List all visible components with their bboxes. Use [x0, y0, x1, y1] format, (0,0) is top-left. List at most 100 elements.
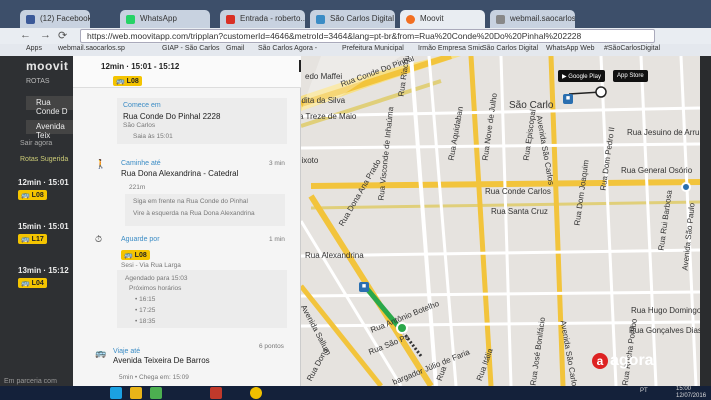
chrome-icon[interactable] — [250, 387, 262, 399]
tab-facebook[interactable]: (12) Facebook — [20, 10, 90, 30]
back-icon[interactable]: ← — [20, 29, 31, 41]
street-label: Rua Santa Cruz — [491, 207, 548, 216]
bookmark-saocarlosagora[interactable]: São Carlos Agora - — [258, 45, 317, 52]
address-bar[interactable]: https://web.moovitapp.com/tripplan?custo… — [80, 29, 655, 43]
language-indicator[interactable]: PT — [640, 388, 648, 394]
bus-stop-icon: ⏱ — [95, 234, 103, 244]
bus-line: L08 — [134, 252, 147, 259]
walk-destination: Rua Dona Alexandrina - Catedral — [121, 169, 239, 178]
walk-instruction: Siga em frente na Rua Conde do Pinhal — [133, 198, 248, 205]
tab-saocarlos[interactable]: São Carlos Digital — [310, 10, 395, 30]
bus-line-badge: 🚌 L04 — [18, 278, 47, 288]
next-time-value: 16:15 — [139, 296, 156, 303]
system-clock[interactable]: 15:00 12/07/2016 — [676, 386, 706, 400]
tab-moovit[interactable]: Moovit — [400, 10, 485, 30]
bookmark-prefeitura[interactable]: Prefeitura Municipal — [342, 45, 404, 52]
app-store-button[interactable]: App Store — [613, 70, 648, 82]
destination-bus-icon[interactable]: ■ — [563, 94, 573, 104]
bookmark-webmail[interactable]: webmail.saocarlos.sp — [58, 45, 125, 52]
site-icon — [316, 15, 325, 24]
bus-line-badge: 🚌 L08 — [113, 76, 142, 86]
ride-arrival: 5min • Chega em: 15:09 — [119, 374, 189, 381]
moovit-page: moovit ROTAS Rua Conde D Avenida Teix Sa… — [0, 56, 700, 386]
walk-label: Caminhe até — [121, 160, 161, 167]
start-label: Comece em — [123, 102, 161, 109]
map-roads — [301, 56, 700, 386]
next-time-value: 17:25 — [139, 307, 156, 314]
tab-label: São Carlos Digital — [330, 14, 395, 23]
walk-instruction: Vire à esquerda na Rua Dona Alexandrina — [133, 210, 255, 217]
street-label: edita da Silva — [301, 96, 346, 105]
poi-marker-icon[interactable] — [681, 182, 691, 192]
webmail-icon — [496, 15, 505, 24]
bus-line: L08 — [31, 192, 44, 199]
depart-now-select[interactable]: Sair agora — [20, 140, 52, 147]
moovit-logo: moovit — [26, 59, 69, 73]
partner-label: Em parceria com — [4, 378, 57, 385]
start-place: Rua Conde Do Pinhal 2228 — [123, 112, 221, 121]
next-times-label: Próximos horários — [129, 285, 182, 292]
street-label: eixoto — [301, 156, 319, 165]
route-duration: 12min · 15:01 - 15:12 — [101, 62, 180, 71]
street-label: Rua Hugo Domingos — [631, 306, 700, 315]
walk-distance: 221m — [129, 184, 146, 191]
bus-route-name: Sesi - Via Rua Larga — [121, 262, 181, 269]
bookmark-gmail[interactable]: Gmail — [226, 45, 244, 52]
bus-stop-marker-icon[interactable]: ■ — [359, 282, 369, 292]
watermark-text: agora — [610, 352, 654, 369]
ride-stops: 6 pontos — [259, 343, 284, 350]
google-play-button[interactable]: ▶ Google Play — [558, 70, 605, 82]
bookmark-giap[interactable]: GIAP - São Carlos — [162, 45, 219, 52]
moovit-icon — [406, 15, 415, 24]
origin-marker-icon[interactable] — [396, 322, 408, 334]
bookmark-irmao[interactable]: Irmão Empresa Smic — [418, 45, 483, 52]
depart-time: Saia às 15:01 — [133, 133, 173, 140]
taskbar: PT 15:00 12/07/2016 — [0, 386, 711, 400]
bus-icon: 🚌 — [95, 348, 107, 358]
browser-toolbar: ← → ⟳ https://web.moovitapp.com/tripplan… — [0, 28, 711, 44]
next-time-value: 18:35 — [139, 318, 156, 325]
tab-label: WhatsApp — [140, 14, 177, 23]
facebook-icon — [26, 15, 35, 24]
tab-label: Moovit — [420, 14, 444, 23]
street-label: Rua Jesuino de Arru — [627, 128, 700, 137]
bookmark-saocarlosdigital[interactable]: São Carlos Digital — [482, 45, 538, 52]
google-play-label: Google Play — [568, 74, 601, 80]
route-detail-panel: 12min · 15:01 - 15:12 🚌 L08 ✕ Comece em … — [73, 56, 311, 386]
wait-label: Aguarde por — [121, 236, 160, 243]
app-icon[interactable] — [210, 387, 222, 399]
next-time: • 17:25 — [135, 307, 156, 314]
tab-gmail[interactable]: Entrada - roberto... — [220, 10, 305, 30]
wait-duration: 1 min — [269, 236, 285, 243]
street-label: Rua General Osório — [621, 166, 693, 175]
bus-line-badge: 🚌 L08 — [18, 190, 47, 200]
bus-line-badge[interactable]: 🚌 L08 — [121, 250, 150, 260]
tab-whatsapp[interactable]: WhatsApp — [120, 10, 210, 30]
browser-window: (12) Facebook WhatsApp Entrada - roberto… — [0, 0, 711, 400]
whatsapp-icon — [126, 15, 135, 24]
walk-duration: 3 min — [269, 160, 285, 167]
route-detail-header: 12min · 15:01 - 15:12 🚌 L08 — [73, 56, 301, 88]
map-view[interactable]: edo Maffei Rua Conde Do Pinhal edita da … — [301, 56, 700, 386]
street-label: Rua Gonçalves Dias — [629, 326, 700, 335]
ride-label: Viaje até — [113, 348, 141, 355]
agora-logo-icon: a — [592, 353, 608, 369]
app-icon[interactable] — [150, 387, 162, 399]
explorer-icon[interactable] — [130, 387, 142, 399]
street-label: Rua Alexandrina — [305, 251, 364, 260]
clock-date: 12/07/2016 — [676, 393, 707, 399]
ie-icon[interactable] — [110, 387, 122, 399]
next-time: • 16:15 — [135, 296, 156, 303]
street-label: edo Maffei — [305, 72, 343, 81]
rotas-tab[interactable]: ROTAS — [26, 78, 50, 85]
bookmark-whatsapp[interactable]: WhatsApp Web — [546, 45, 595, 52]
ride-destination: Avenida Teixeira De Barros — [113, 356, 210, 365]
street-label: Rua Conde Carlos — [485, 187, 551, 196]
bookmark-hashtag[interactable]: #SãoCarlosDigital — [604, 45, 660, 52]
tab-webmail[interactable]: webmail.saocarlos... — [490, 10, 575, 30]
bookmark-apps[interactable]: Apps — [26, 45, 42, 52]
tab-strip: (12) Facebook WhatsApp Entrada - roberto… — [0, 0, 711, 30]
reload-icon[interactable]: ⟳ — [58, 29, 67, 42]
walk-icon: 🚶 — [95, 159, 107, 169]
forward-icon[interactable]: → — [40, 29, 51, 41]
